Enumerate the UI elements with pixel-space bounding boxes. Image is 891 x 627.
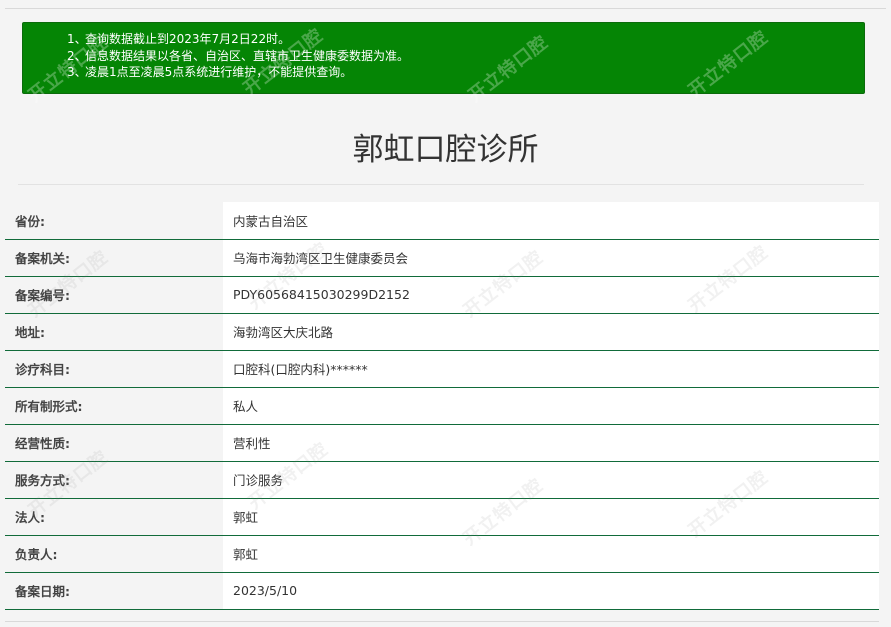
- clinic-info-table: 省份: 内蒙古自治区 备案机关: 乌海市海勃湾区卫生健康委员会 备案编号: PD…: [5, 202, 879, 610]
- table-row: 备案机关: 乌海市海勃湾区卫生健康委员会: [5, 239, 879, 277]
- row-label: 诊疗科目:: [5, 350, 223, 388]
- page: 1、查询数据截止到2023年7月2日22时。 2、信息数据结果以各省、自治区、直…: [0, 0, 891, 627]
- notice-item: 1、查询数据截止到2023年7月2日22时。: [67, 32, 291, 46]
- row-value: 门诊服务: [223, 461, 879, 499]
- row-value: 乌海市海勃湾区卫生健康委员会: [223, 239, 879, 277]
- table-row: 诊疗科目: 口腔科(口腔内科)******: [5, 350, 879, 388]
- notice-item: 3、凌晨1点至凌晨5点系统进行维护，不能提供查询。: [67, 65, 353, 79]
- row-label: 备案编号:: [5, 276, 223, 314]
- notice-list: 1、查询数据截止到2023年7月2日22时。 2、信息数据结果以各省、自治区、直…: [67, 31, 864, 81]
- table-row: 服务方式: 门诊服务: [5, 461, 879, 499]
- row-value: 私人: [223, 387, 879, 425]
- row-label: 经营性质:: [5, 424, 223, 462]
- table-row: 备案编号: PDY60568415030299D2152: [5, 276, 879, 314]
- row-label: 备案机关:: [5, 239, 223, 277]
- table-row: 经营性质: 营利性: [5, 424, 879, 462]
- notice-text: 查询数据截止到2023年7月2日22时。: [85, 32, 291, 46]
- top-divider: [5, 8, 886, 9]
- table-row: 所有制形式: 私人: [5, 387, 879, 425]
- notice-box: 1、查询数据截止到2023年7月2日22时。 2、信息数据结果以各省、自治区、直…: [22, 22, 865, 94]
- table-row: 地址: 海勃湾区大庆北路: [5, 313, 879, 351]
- bottom-divider: [5, 621, 879, 622]
- row-label: 省份:: [5, 202, 223, 240]
- row-value: 营利性: [223, 424, 879, 462]
- row-label: 所有制形式:: [5, 387, 223, 425]
- page-title: 郭虹口腔诊所: [352, 132, 539, 168]
- row-value: 口腔科(口腔内科)******: [223, 350, 879, 388]
- row-label: 服务方式:: [5, 461, 223, 499]
- row-label: 地址:: [5, 313, 223, 351]
- row-value: PDY60568415030299D2152: [223, 276, 879, 314]
- title-divider: [18, 184, 864, 185]
- table-row: 省份: 内蒙古自治区: [5, 202, 879, 240]
- row-value: 海勃湾区大庆北路: [223, 313, 879, 351]
- row-label: 法人:: [5, 498, 223, 536]
- table-row: 负责人: 郭虹: [5, 535, 879, 573]
- notice-text: 凌晨1点至凌晨5点系统进行维护，不能提供查询。: [85, 65, 353, 79]
- row-value: 郭虹: [223, 498, 879, 536]
- row-label: 备案日期:: [5, 572, 223, 610]
- notice-text: 信息数据结果以各省、自治区、直辖市卫生健康委数据为准。: [85, 48, 410, 63]
- row-value: 郭虹: [223, 535, 879, 573]
- table-row: 法人: 郭虹: [5, 498, 879, 536]
- row-value: 2023/5/10: [223, 572, 879, 610]
- row-label: 负责人:: [5, 535, 223, 573]
- row-value: 内蒙古自治区: [223, 202, 879, 240]
- notice-item: 2、信息数据结果以各省、自治区、直辖市卫生健康委数据为准。: [67, 48, 410, 63]
- table-row: 备案日期: 2023/5/10: [5, 572, 879, 610]
